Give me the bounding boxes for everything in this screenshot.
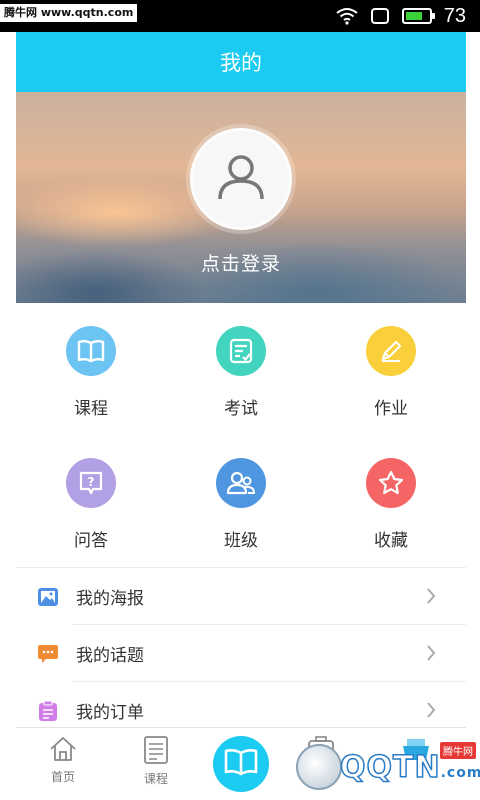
chevron-right-icon xyxy=(426,702,436,722)
wifi-icon xyxy=(336,7,358,25)
list-item-poster[interactable]: 我的海报 xyxy=(16,568,466,625)
user-icon xyxy=(215,151,267,207)
grid-item-qa[interactable]: ? 问答 xyxy=(16,458,166,551)
profile-banner: 点击登录 xyxy=(16,92,466,303)
tab-study[interactable] xyxy=(213,736,269,792)
menu-list: 我的海报 我的话题 我的订单 xyxy=(16,567,466,739)
feature-grid: 课程 考试 作业 ? 问答 班级 收藏 xyxy=(16,303,466,565)
list-check-icon xyxy=(216,326,266,376)
clipboard-icon xyxy=(38,700,58,721)
tab-courses[interactable]: 课程 xyxy=(121,736,191,787)
book-icon xyxy=(66,326,116,376)
app-screen: 我的 点击登录 课程 考试 作业 ? 问答 班级 收藏 我的海报 我的话题 我的… xyxy=(16,32,466,800)
list-item-label: 我的海报 xyxy=(76,589,144,609)
chevron-right-icon xyxy=(426,645,436,665)
watermark-logo-icon xyxy=(296,744,342,790)
battery-fill xyxy=(405,12,422,20)
watermark-bottom-right: QQTN.com 腾牛网 xyxy=(290,738,480,800)
grid-item-course[interactable]: 课程 xyxy=(16,326,166,419)
title-bar: 我的 xyxy=(16,32,466,92)
pencil-icon xyxy=(366,326,416,376)
grid-item-label: 班级 xyxy=(224,531,258,551)
list-item-label: 我的订单 xyxy=(76,703,144,723)
star-icon xyxy=(366,458,416,508)
battery-icon xyxy=(401,8,435,24)
grid-item-favorites[interactable]: 收藏 xyxy=(316,458,466,551)
grid-item-label: 收藏 xyxy=(374,531,408,551)
square-icon xyxy=(370,7,390,25)
question-icon: ? xyxy=(66,458,116,508)
login-link[interactable]: 点击登录 xyxy=(16,249,466,276)
chevron-right-icon xyxy=(426,588,436,608)
grid-item-class[interactable]: 班级 xyxy=(166,458,316,551)
svg-text:?: ? xyxy=(88,475,95,489)
watermark-tag: 腾牛网 xyxy=(440,742,476,759)
watermark-brand-suffix: .com xyxy=(440,765,480,781)
grid-item-label: 课程 xyxy=(74,399,108,419)
list-item-topics[interactable]: 我的话题 xyxy=(16,625,466,682)
grid-item-label: 考试 xyxy=(224,399,258,419)
list-item-label: 我的话题 xyxy=(76,646,144,666)
watermark-top-left: 腾牛网 www.qqtn.com xyxy=(0,4,138,22)
image-icon xyxy=(38,587,58,607)
grid-item-homework[interactable]: 作业 xyxy=(316,326,466,419)
users-icon xyxy=(216,458,266,508)
grid-item-label: 问答 xyxy=(74,531,108,551)
battery-percentage: 73 xyxy=(443,4,466,27)
watermark-brand-text: QQTN xyxy=(339,749,441,786)
tab-home[interactable]: 首页 xyxy=(28,736,98,785)
grid-item-label: 作业 xyxy=(374,399,408,419)
page-title: 我的 xyxy=(220,51,262,75)
book-open-icon xyxy=(224,748,258,780)
chat-icon xyxy=(38,644,58,664)
list-doc-icon xyxy=(143,736,169,768)
tab-label: 首页 xyxy=(50,770,75,784)
home-icon xyxy=(48,736,78,766)
tab-label: 课程 xyxy=(143,772,168,786)
grid-item-exam[interactable]: 考试 xyxy=(166,326,316,419)
avatar[interactable] xyxy=(190,128,292,230)
